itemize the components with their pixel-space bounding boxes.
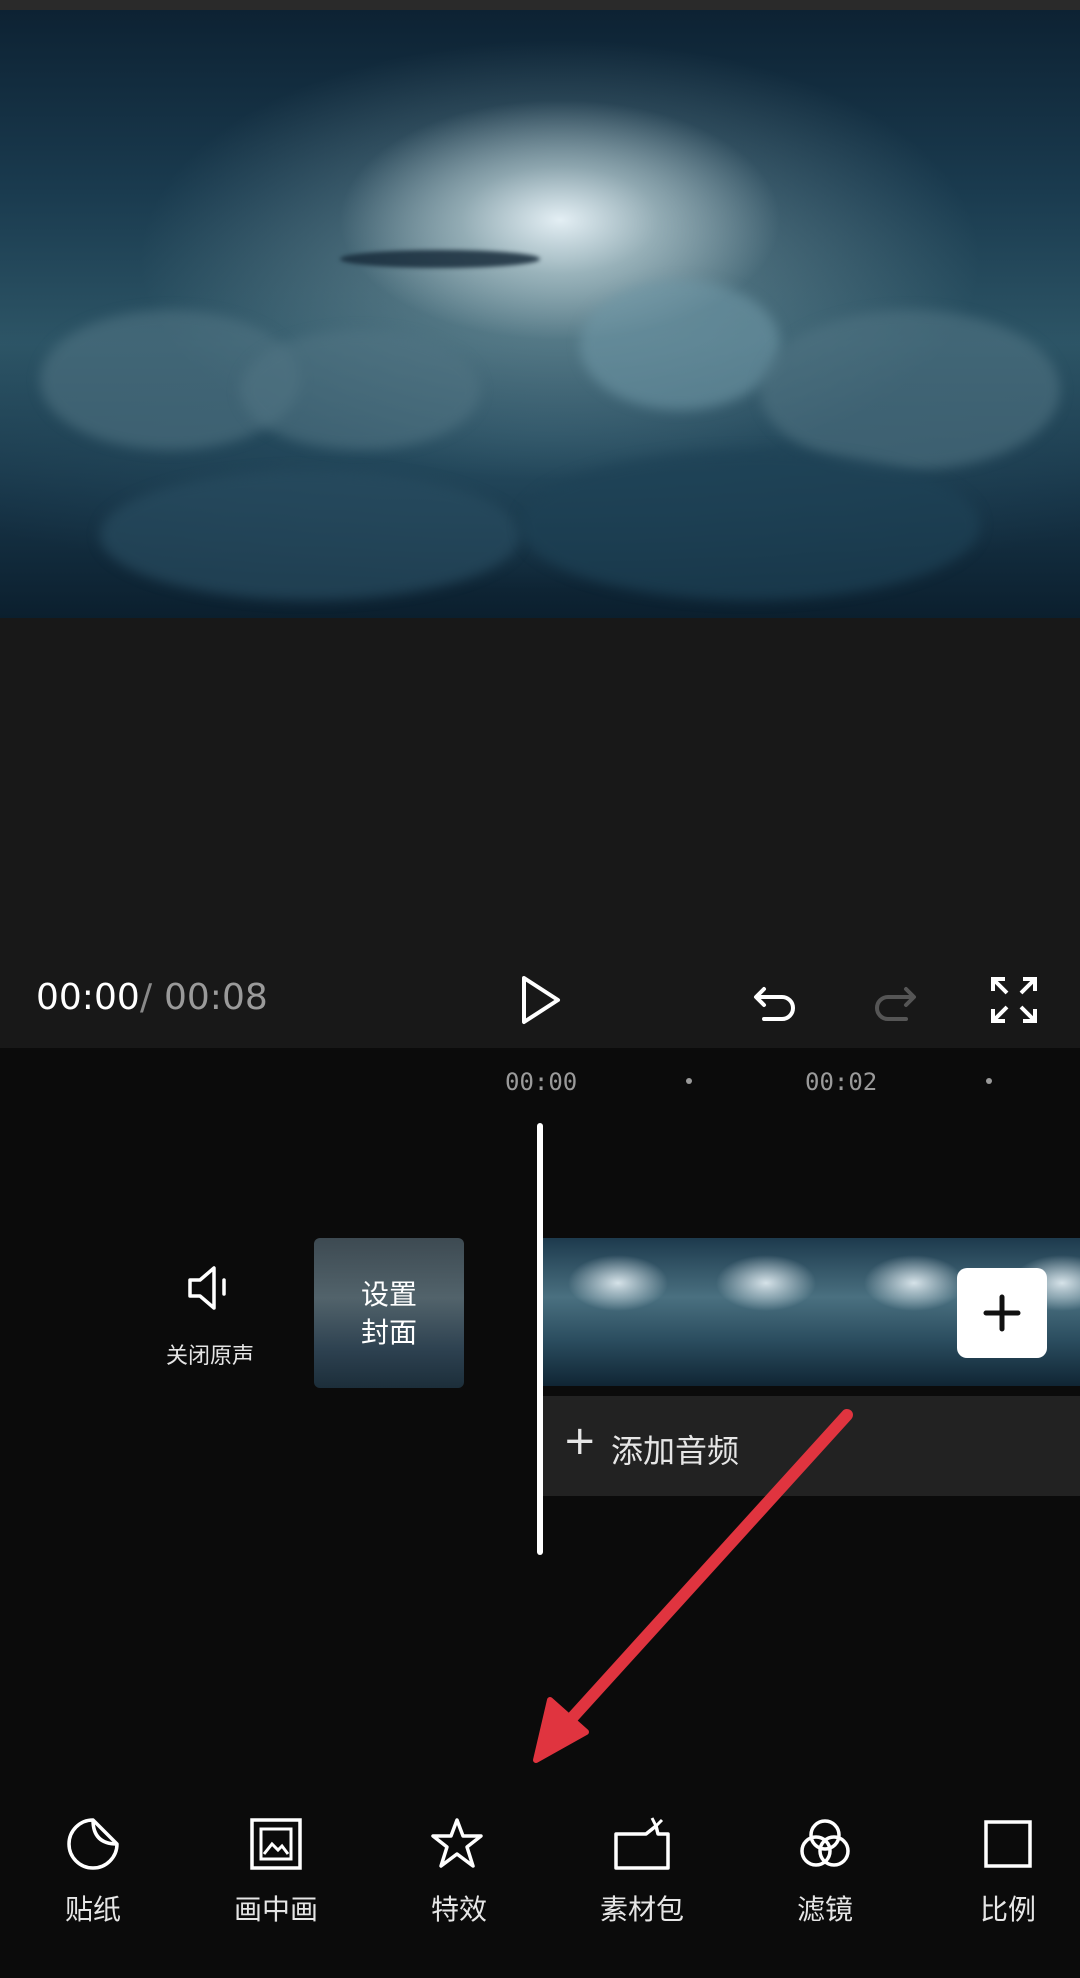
cover-label-line2: 封面 xyxy=(360,1316,417,1349)
playback-bar: 00:00 / 00:08 xyxy=(0,955,1080,1045)
undo-button[interactable] xyxy=(740,965,810,1035)
play-icon xyxy=(522,976,560,1024)
add-clip-button[interactable] xyxy=(957,1268,1047,1358)
material-pack-button[interactable]: 素材包 xyxy=(567,1814,717,1934)
current-time: 00:00 xyxy=(36,977,140,1018)
playhead[interactable] xyxy=(537,1123,543,1555)
effects-label: 特效 xyxy=(430,1893,487,1926)
status-strip xyxy=(0,0,1080,10)
preview-area: 00:00 / 00:08 xyxy=(0,10,1080,1048)
plus-icon: + xyxy=(563,1418,597,1464)
ratio-button[interactable]: 比例 xyxy=(933,1814,1080,1934)
play-button[interactable] xyxy=(505,965,575,1035)
ruler-time-label: 00:00 xyxy=(505,1068,578,1096)
ruler-tick xyxy=(686,1078,692,1084)
redo-icon xyxy=(875,987,916,1021)
total-time: 00:08 xyxy=(164,977,268,1018)
speaker-icon xyxy=(188,1266,226,1310)
video-preview[interactable] xyxy=(0,10,1080,618)
timeline-panel: 00:00 00:02 关闭原声 设置 封面 + 添加音频 xyxy=(0,1048,1080,1788)
material-pack-icon xyxy=(614,1817,670,1870)
add-audio-label: 添加音频 xyxy=(611,1432,740,1470)
fullscreen-button[interactable] xyxy=(979,965,1049,1035)
mute-label: 关闭原声 xyxy=(165,1344,254,1369)
time-separator: / xyxy=(140,977,153,1018)
effects-star-icon xyxy=(431,1818,483,1868)
add-audio-button[interactable]: + 添加音频 xyxy=(543,1396,1080,1496)
clip-thumbnail xyxy=(543,1238,693,1386)
filter-label: 滤镜 xyxy=(796,1893,853,1926)
material-pack-label: 素材包 xyxy=(599,1893,684,1926)
effects-button[interactable]: 特效 xyxy=(384,1814,534,1934)
redo-button[interactable] xyxy=(860,965,930,1035)
plus-icon xyxy=(983,1294,1021,1332)
ruler-tick xyxy=(986,1078,992,1084)
ratio-label: 比例 xyxy=(979,1893,1036,1926)
set-cover-button[interactable]: 设置 封面 xyxy=(314,1238,464,1388)
ratio-icon xyxy=(984,1820,1032,1868)
sticker-icon xyxy=(67,1818,119,1870)
cover-label-line1: 设置 xyxy=(360,1278,417,1311)
picture-in-picture-button[interactable]: 画中画 xyxy=(201,1814,351,1934)
picture-in-picture-icon xyxy=(250,1818,302,1870)
mute-original-audio-button[interactable]: 关闭原声 xyxy=(140,1258,280,1378)
filter-button[interactable]: 滤镜 xyxy=(750,1814,900,1934)
sticker-button[interactable]: 贴纸 xyxy=(18,1814,168,1934)
sticker-label: 贴纸 xyxy=(64,1893,121,1926)
filter-icon xyxy=(800,1819,850,1867)
picture-in-picture-label: 画中画 xyxy=(233,1893,318,1926)
clip-thumbnail xyxy=(691,1238,841,1386)
fullscreen-icon xyxy=(991,977,1037,1023)
bottom-toolbar: 贴纸 画中画 特效 素材包 滤镜 比例 xyxy=(0,1788,1080,1978)
ruler-time-label: 00:02 xyxy=(805,1068,878,1096)
undo-icon xyxy=(754,987,795,1021)
